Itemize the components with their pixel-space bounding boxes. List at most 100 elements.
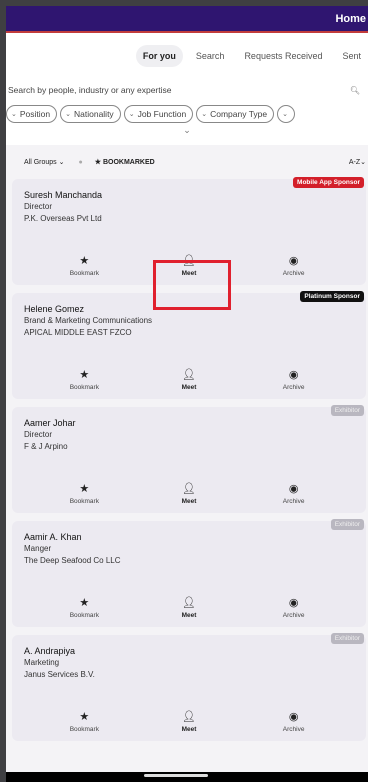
- add-user-icon: 👤︎: [182, 369, 196, 381]
- attendee-name: Aamer Johar: [24, 418, 76, 428]
- bookmark-label: Bookmark: [69, 384, 99, 391]
- chevron-down-icon: ⌄: [201, 111, 208, 118]
- tab-bar: For you Search Requests Received Sent: [6, 33, 368, 79]
- tab-for-you[interactable]: For you: [135, 45, 183, 67]
- bookmark-button[interactable]: ★ Bookmark: [54, 368, 114, 391]
- sort-dropdown[interactable]: A-Z⌄: [349, 158, 366, 166]
- attendee-card[interactable]: Exhibitor Aamer Johar Director F & J Arp…: [12, 405, 366, 513]
- star-icon: ★: [79, 255, 90, 267]
- attendee-title: Marketing: [24, 658, 60, 667]
- meet-label: Meet: [181, 612, 197, 619]
- all-groups-dropdown[interactable]: All Groups ⌄: [24, 158, 65, 166]
- eye-off-icon: ◉: [288, 597, 299, 609]
- bookmark-button[interactable]: ★ Bookmark: [54, 710, 114, 733]
- bookmark-label: Bookmark: [69, 498, 99, 505]
- meet-button[interactable]: 👤︎ Meet: [159, 482, 219, 505]
- meet-label: Meet: [181, 384, 197, 391]
- add-user-icon: 👤︎: [182, 483, 196, 495]
- bookmark-button[interactable]: ★ Bookmark: [54, 254, 114, 277]
- archive-label: Archive: [282, 498, 305, 505]
- filter-chip-label: Company Type: [210, 109, 268, 119]
- all-groups-label: All Groups: [24, 159, 57, 166]
- bookmark-label: Bookmark: [69, 726, 99, 733]
- sponsor-badge: Mobile App Sponsor: [293, 177, 364, 188]
- home-indicator-bar: [6, 772, 368, 782]
- filter-chip-company-type[interactable]: ⌄ Company Type: [196, 105, 275, 123]
- meet-label: Meet: [181, 726, 197, 733]
- filter-chips: ⌄ Position ⌄ Nationality ⌄ Job Function ⌄ Co…: [6, 101, 368, 123]
- eye-off-icon: ◉: [288, 711, 299, 723]
- archive-label: Archive: [282, 726, 305, 733]
- filter-chip-more[interactable]: ⌄: [277, 105, 295, 123]
- tab-sent[interactable]: Sent: [335, 45, 368, 67]
- bookmark-button[interactable]: ★ Bookmark: [54, 482, 114, 505]
- meet-button[interactable]: 👤︎ Meet: [159, 710, 219, 733]
- attendee-company: The Deep Seafood Co LLC: [24, 556, 121, 565]
- archive-button[interactable]: ◉ Archive: [264, 710, 324, 733]
- exhibitor-badge: Exhibitor: [330, 405, 364, 416]
- star-icon: ★: [79, 483, 90, 495]
- chevron-down-icon: ⌄: [128, 111, 135, 118]
- archive-label: Archive: [282, 612, 305, 619]
- attendee-company: APICAL MIDDLE EAST FZCO: [24, 328, 132, 337]
- exhibitor-badge: Exhibitor: [330, 633, 364, 644]
- exhibitor-badge: Exhibitor: [330, 519, 364, 530]
- collapse-toggle[interactable]: ⌄: [6, 123, 368, 145]
- chevron-down-icon: ⌄: [282, 111, 288, 118]
- home-title[interactable]: Home: [335, 13, 366, 25]
- meet-button[interactable]: 👤︎ Meet: [159, 596, 219, 619]
- bookmarked-filter[interactable]: ★ BOOKMARKED: [95, 158, 155, 166]
- header-panel: For you Search Requests Received Sent Se…: [6, 31, 368, 145]
- archive-label: Archive: [282, 270, 305, 277]
- chevron-down-icon: ⌄: [183, 125, 191, 135]
- sort-label: A-Z: [348, 159, 361, 166]
- chevron-down-icon: ⌄: [65, 111, 71, 118]
- archive-button[interactable]: ◉ Archive: [264, 254, 324, 277]
- star-icon: ★: [79, 597, 90, 609]
- attendee-title: Director: [24, 202, 53, 211]
- search-placeholder: Search by people, industry or any expert…: [8, 85, 172, 95]
- archive-label: Archive: [282, 384, 305, 391]
- card-actions: ★ Bookmark 👤︎ Meet ◉ Archive: [12, 368, 366, 391]
- search-input[interactable]: Search by people, industry or any expert…: [6, 79, 368, 101]
- eye-off-icon: ◉: [288, 369, 299, 381]
- attendee-card[interactable]: Exhibitor A. Andrapiya Marketing Janus S…: [12, 633, 366, 741]
- search-icon[interactable]: 🔍︎: [350, 86, 360, 95]
- tab-search[interactable]: Search: [188, 45, 232, 67]
- attendee-title: Manger: [24, 544, 52, 553]
- bookmark-button[interactable]: ★ Bookmark: [54, 596, 114, 619]
- filter-chip-label: Position: [19, 109, 51, 119]
- attendee-company: F & J Arpino: [24, 442, 68, 451]
- top-bar: Home: [6, 6, 368, 31]
- archive-button[interactable]: ◉ Archive: [264, 482, 324, 505]
- attendee-title: Director: [24, 430, 53, 439]
- app-frame: Home For you Search Requests Received Se…: [6, 6, 368, 782]
- attendee-name: A. Andrapiya: [24, 646, 76, 656]
- attendee-card[interactable]: Exhibitor Aamir A. Khan Manger The Deep …: [12, 519, 366, 627]
- attendee-name: Suresh Manchanda: [24, 190, 103, 200]
- attendee-name: Aamir A. Khan: [24, 532, 82, 542]
- home-indicator[interactable]: [144, 774, 208, 777]
- archive-button[interactable]: ◉ Archive: [264, 368, 324, 391]
- star-icon: ★: [79, 711, 90, 723]
- archive-button[interactable]: ◉ Archive: [264, 596, 324, 619]
- add-user-icon: 👤︎: [182, 597, 196, 609]
- group-filter-bar: All Groups ⌄ ● ★ BOOKMARKED A-Z⌄: [6, 145, 368, 179]
- filter-chip-label: Job Function: [137, 109, 187, 119]
- toggle-dot-icon[interactable]: ●: [79, 159, 83, 166]
- eye-off-icon: ◉: [288, 255, 299, 267]
- add-user-icon: 👤︎: [182, 711, 196, 723]
- filter-chip-nationality[interactable]: ⌄ Nationality: [60, 105, 121, 123]
- filter-chip-position[interactable]: ⌄ Position: [6, 105, 58, 123]
- filter-chip-job-function[interactable]: ⌄ Job Function: [123, 105, 194, 123]
- attendee-company: P.K. Overseas Pvt Ltd: [24, 214, 102, 223]
- filter-chip-label: Nationality: [74, 109, 114, 119]
- tab-requests-received[interactable]: Requests Received: [237, 45, 330, 67]
- attendee-title: Brand & Marketing Communications: [24, 316, 153, 325]
- chevron-down-icon: ⌄: [11, 111, 17, 118]
- card-actions: ★ Bookmark 👤︎ Meet ◉ Archive: [12, 710, 366, 733]
- meet-button-highlight: [153, 260, 231, 310]
- chevron-down-icon: ⌄: [360, 159, 366, 166]
- meet-button[interactable]: 👤︎ Meet: [159, 368, 219, 391]
- card-actions: ★ Bookmark 👤︎ Meet ◉ Archive: [12, 482, 366, 505]
